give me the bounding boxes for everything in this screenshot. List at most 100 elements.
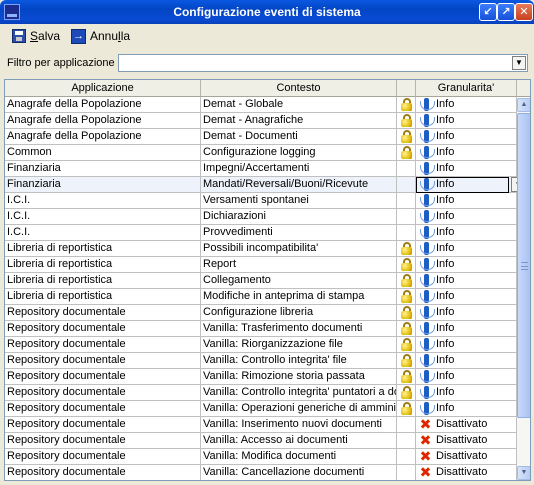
lock-icon (401, 274, 412, 287)
cell-contesto: Vanilla: Accesso ai documenti (201, 433, 397, 449)
cell-granularita[interactable]: Info (416, 385, 517, 401)
info-icon (419, 225, 435, 240)
table-row[interactable]: Libreria di reportistica Collegamento Info (5, 273, 517, 289)
cell-granularita[interactable]: Info (416, 241, 517, 257)
cell-lock (397, 113, 416, 129)
info-icon (419, 161, 435, 176)
cell-granularita[interactable]: Info (416, 225, 517, 241)
cell-contesto: Vanilla: Trasferimento documenti (201, 321, 397, 337)
info-icon (419, 177, 435, 192)
scroll-up-icon[interactable]: ▲ (517, 98, 530, 112)
column-header-applicazione[interactable]: Applicazione (5, 80, 201, 97)
cell-lock (397, 289, 416, 305)
table-row[interactable]: Repository documentale Vanilla: Riorganiz… (5, 337, 517, 353)
filter-combo[interactable]: ▼ (118, 54, 528, 72)
cell-granularita[interactable]: ▼Info (416, 177, 526, 193)
table-row[interactable]: I.C.I. Dichiarazioni Info (5, 209, 517, 225)
cell-contesto: Configurazione logging (201, 145, 397, 161)
table-row[interactable]: Repository documentale Vanilla: Inserimen… (5, 417, 517, 433)
granularity-label: Info (436, 370, 455, 382)
cell-contesto: Vanilla: Operazioni generiche di amminis… (201, 401, 397, 417)
cell-granularita[interactable]: ✖ Disattivato (416, 417, 517, 433)
table-row[interactable]: Repository documentale Vanilla: Controllo… (5, 385, 517, 401)
table-row[interactable]: Common Configurazione logging Info (5, 145, 517, 161)
window-title: Configurazione eventi di sistema (173, 5, 361, 19)
table-row[interactable]: Repository documentale Configurazione lib… (5, 305, 517, 321)
info-icon (419, 353, 435, 368)
cell-granularita[interactable]: Info (416, 273, 517, 289)
cancel-button[interactable]: → Annulla (71, 26, 141, 46)
cell-lock (397, 369, 416, 385)
info-icon (419, 241, 435, 256)
cell-contesto: Dichiarazioni (201, 209, 397, 225)
info-icon (419, 369, 435, 384)
cell-granularita[interactable]: ✖ Disattivato (416, 449, 517, 465)
cell-granularita[interactable]: Info (416, 369, 517, 385)
cell-granularita[interactable]: Info (416, 209, 517, 225)
close-icon[interactable]: ✕ (515, 3, 533, 21)
cell-contesto: Possibili incompatibilita' (201, 241, 397, 257)
info-icon (419, 321, 435, 336)
cell-granularita[interactable]: ✖ Disattivato (416, 465, 517, 480)
table-row[interactable]: Repository documentale Vanilla: Modifica … (5, 449, 517, 465)
cell-applicazione: Repository documentale (5, 337, 201, 353)
cell-contesto: Vanilla: Controllo integrita' puntatori … (201, 385, 397, 401)
cell-lock (397, 305, 416, 321)
table-row[interactable]: Repository documentale Vanilla: Rimozione… (5, 369, 517, 385)
scroll-down-icon[interactable]: ▼ (517, 466, 530, 480)
table-row[interactable]: Anagrafe della Popolazione Demat - Global… (5, 97, 517, 113)
table-row[interactable]: Repository documentale Vanilla: Cancellaz… (5, 465, 517, 480)
granularity-label: Info (436, 386, 455, 398)
cell-granularita[interactable]: Info (416, 401, 517, 417)
column-header-lock[interactable] (397, 80, 416, 97)
info-icon (419, 289, 435, 304)
table-row[interactable]: Repository documentale Vanilla: Accesso a… (5, 433, 517, 449)
cell-granularita[interactable]: Info (416, 257, 517, 273)
cell-granularita[interactable]: Info (416, 161, 517, 177)
title-bar: Configurazione eventi di sistema ↙ ↗ ✕ (0, 0, 534, 24)
vertical-scrollbar[interactable]: ▲ ▼ (517, 98, 530, 480)
table-row[interactable]: I.C.I. Provvedimenti Info (5, 225, 517, 241)
table-row[interactable]: Libreria di reportistica Possibili incomp… (5, 241, 517, 257)
cell-granularita[interactable]: Info (416, 353, 517, 369)
cell-lock (397, 241, 416, 257)
save-button[interactable]: Salva (12, 26, 72, 46)
cell-granularita[interactable]: ✖ Disattivato (416, 433, 517, 449)
cell-applicazione: Repository documentale (5, 433, 201, 449)
table-row[interactable]: Anagrafe della Popolazione Demat - Anagra… (5, 113, 517, 129)
granularity-label: Info (436, 290, 455, 302)
cell-granularita[interactable]: Info (416, 289, 517, 305)
cell-lock (397, 337, 416, 353)
cell-applicazione: I.C.I. (5, 225, 201, 241)
column-header-contesto[interactable]: Contesto (201, 80, 397, 97)
table-row[interactable]: Repository documentale Vanilla: Operazion… (5, 401, 517, 417)
cell-granularita[interactable]: Info (416, 145, 517, 161)
cell-contesto: Demat - Documenti (201, 129, 397, 145)
table-row[interactable]: Libreria di reportistica Modifiche in ant… (5, 289, 517, 305)
info-icon (419, 257, 435, 272)
scroll-thumb[interactable] (517, 113, 530, 418)
cell-applicazione: Finanziaria (5, 177, 201, 193)
column-header-granularita[interactable]: Granularita' (416, 80, 517, 97)
lock-icon (401, 306, 412, 319)
cell-applicazione: Anagrafe della Popolazione (5, 129, 201, 145)
dropdown-arrow-icon[interactable]: ▼ (512, 56, 526, 70)
cell-granularita[interactable]: Info (416, 305, 517, 321)
cell-granularita[interactable]: Info (416, 129, 517, 145)
restore-icon[interactable]: ↗ (497, 3, 515, 21)
table-row[interactable]: Libreria di reportistica Report Info (5, 257, 517, 273)
minimize-icon[interactable]: ↙ (479, 3, 497, 21)
table-row[interactable]: Repository documentale Vanilla: Controllo… (5, 353, 517, 369)
table-row[interactable]: Anagrafe della Popolazione Demat - Docume… (5, 129, 517, 145)
cell-granularita[interactable]: Info (416, 97, 517, 113)
cell-granularita[interactable]: Info (416, 337, 517, 353)
cell-contesto: Collegamento (201, 273, 397, 289)
table-row[interactable]: Finanziaria Mandati/Reversali/Buoni/Ricev… (5, 177, 526, 193)
cell-granularita[interactable]: Info (416, 321, 517, 337)
table-row[interactable]: Repository documentale Vanilla: Trasferim… (5, 321, 517, 337)
table-row[interactable]: Finanziaria Impegni/Accertamenti Info (5, 161, 517, 177)
table-row[interactable]: I.C.I. Versamenti spontanei Info (5, 193, 517, 209)
lock-icon (401, 130, 412, 143)
cell-granularita[interactable]: Info (416, 193, 517, 209)
cell-granularita[interactable]: Info (416, 113, 517, 129)
